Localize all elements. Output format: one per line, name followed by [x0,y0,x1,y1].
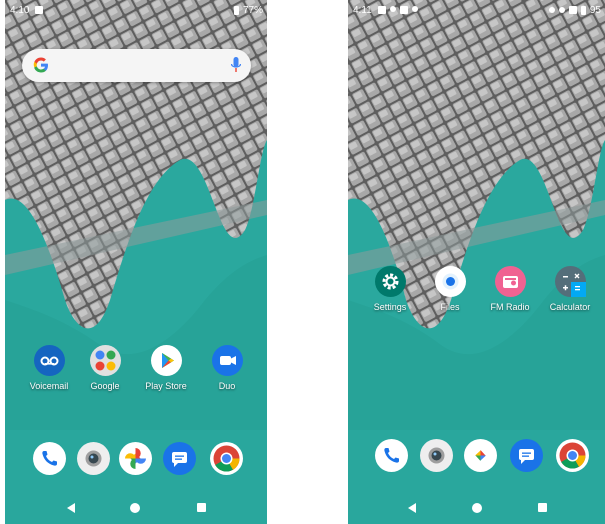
google-folder-icon [89,345,121,376]
home-icon[interactable] [472,503,482,513]
app-calculator[interactable]: Calculator [540,266,600,312]
status-time: 4:10 [10,4,30,16]
messages-icon[interactable] [163,442,196,475]
camera-icon[interactable] [77,442,110,475]
wifi-icon [568,6,577,14]
navigation-bar [348,494,605,522]
phone-icon[interactable] [375,439,408,472]
messages-icon[interactable] [510,439,543,472]
chrome-icon[interactable] [556,439,589,472]
bluetooth-icon [548,7,555,13]
chrome-icon[interactable] [210,442,243,475]
photos-icon[interactable] [464,439,497,472]
app-label: Google [90,381,120,391]
photos-icon[interactable] [119,442,152,475]
notification-icon [35,6,44,14]
settings-small-icon [389,6,396,12]
navigation-bar [5,494,267,522]
recents-icon[interactable] [197,503,206,512]
app-label: FM Radio [490,302,530,312]
status-time: 4:11 [353,4,372,16]
settings-gear-icon [374,266,406,297]
camera-icon[interactable] [420,439,453,472]
duo-icon [211,345,243,376]
app-label: Play Store [145,381,187,391]
battery-level: 95 [589,4,601,16]
app-fm-radio[interactable]: FM Radio [480,266,540,312]
app-files[interactable]: Files [420,266,480,312]
calculator-icon [554,266,586,297]
app-label: Settings [373,302,407,312]
app-voicemail[interactable]: Voicemail [19,345,79,391]
app-duo[interactable]: Duo [197,345,257,391]
app-label: Voicemail [29,381,69,391]
image-icon [377,6,386,14]
vibrate-icon [558,7,565,13]
left-home-screen: 4:10 77% Voicemail Google Play Store Duo [5,0,267,524]
mic-icon[interactable] [230,57,242,78]
status-bar: 4:11 95 [348,0,605,20]
app-label: Calculator [549,302,591,312]
phone-icon[interactable] [33,442,66,475]
app-label: Duo [218,381,236,391]
voicemail-icon [33,345,65,376]
battery-level: 77% [242,4,263,16]
fm-radio-icon [494,266,526,297]
back-icon[interactable] [67,503,75,513]
status-bar: 4:10 77% [5,0,267,20]
battery-icon [580,5,586,15]
phone-small-icon [411,6,418,12]
battery-icon [233,5,239,15]
app-play-store[interactable]: Play Store [136,345,196,391]
app-google-folder[interactable]: Google [75,345,135,391]
recents-icon[interactable] [538,503,547,512]
play-store-icon [150,345,182,376]
home-icon[interactable] [130,503,140,513]
google-g-icon [31,55,51,80]
files-icon [434,266,466,297]
google-search-bar[interactable] [22,49,251,82]
back-icon[interactable] [408,503,416,513]
notification-icon [399,6,408,14]
app-settings[interactable]: Settings [360,266,420,312]
app-label: Files [440,302,460,312]
right-home-screen: 4:11 95 Settings Files FM Radio Calculat… [348,0,605,524]
